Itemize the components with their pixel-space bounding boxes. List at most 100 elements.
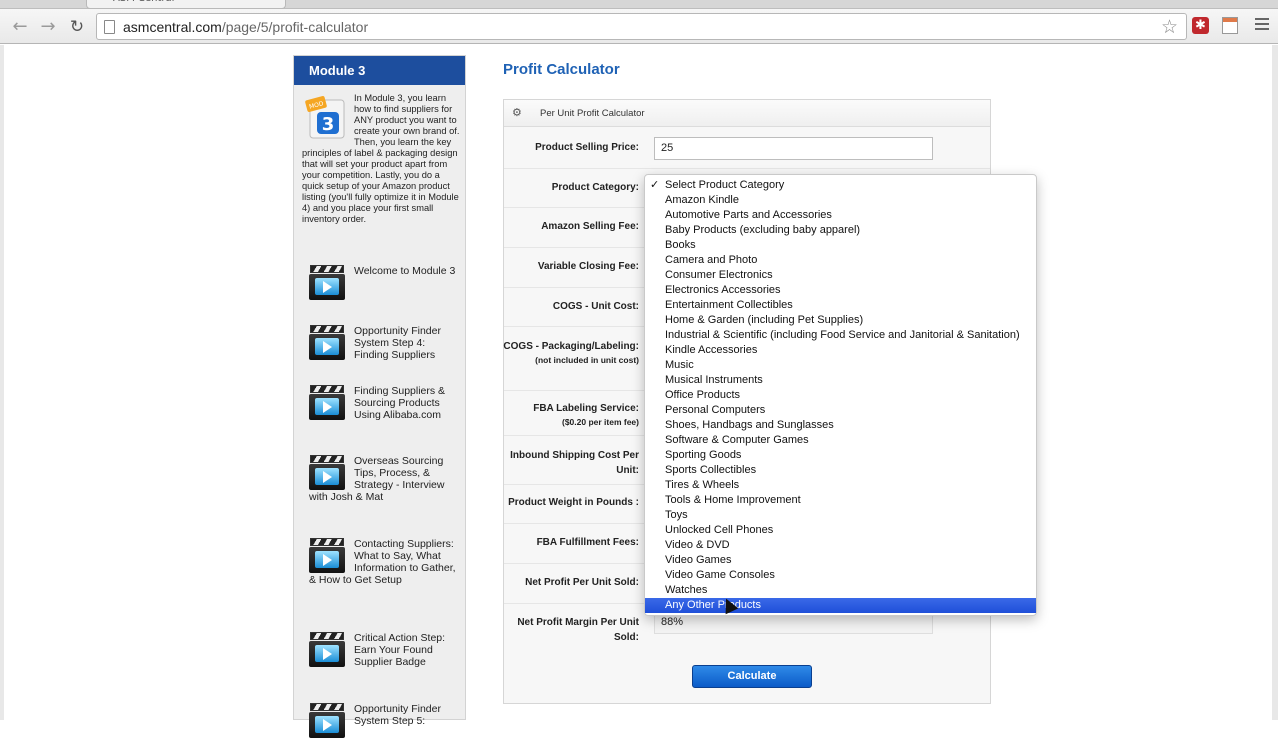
lesson-item[interactable]: Opportunity Finder System Step 4: Findin…: [309, 325, 459, 361]
panel-header: ⚙ Per Unit Profit Calculator: [504, 100, 990, 127]
category-option[interactable]: Camera and Photo: [645, 253, 1036, 268]
cogs-packaging-text: COGS - Packaging/Labeling:: [503, 341, 639, 352]
category-dropdown-list[interactable]: ✓ Select Product Category Amazon Kindle Aut…: [644, 174, 1037, 616]
category-option-label: Consumer Electronics: [665, 269, 773, 281]
video-clapper-icon: [309, 632, 345, 668]
category-option[interactable]: Sporting Goods: [645, 448, 1036, 463]
category-option[interactable]: Any Other Products: [645, 598, 1036, 613]
gear-icon: ⚙: [512, 107, 522, 119]
category-option[interactable]: Amazon Kindle: [645, 193, 1036, 208]
cogs-packaging-note: (not included in unit cost): [535, 355, 639, 365]
extension-icon[interactable]: ✱: [1192, 17, 1209, 34]
fba-labeling-label: FBA Labeling Service: ($0.20 per item fe…: [501, 401, 639, 429]
forward-arrow-icon[interactable]: →: [37, 16, 59, 38]
category-option[interactable]: Personal Computers: [645, 403, 1036, 418]
category-option[interactable]: Unlocked Cell Phones: [645, 523, 1036, 538]
category-option[interactable]: Video & DVD: [645, 538, 1036, 553]
lesson-item[interactable]: Finding Suppliers & Sourcing Products Us…: [309, 385, 459, 421]
category-option[interactable]: Kindle Accessories: [645, 343, 1036, 358]
lesson-label[interactable]: Finding Suppliers & Sourcing Products Us…: [354, 385, 445, 421]
category-option[interactable]: Industrial & Scientific (including Food …: [645, 328, 1036, 343]
category-option-label: Sporting Goods: [665, 449, 742, 461]
category-option[interactable]: Automotive Parts and Accessories: [645, 208, 1036, 223]
lesson-item[interactable]: Welcome to Module 3: [309, 265, 459, 301]
video-clapper-icon: [309, 385, 345, 421]
menu-icon[interactable]: [1255, 18, 1269, 33]
lesson-label[interactable]: Opportunity Finder System Step 4: Findin…: [354, 325, 441, 361]
category-option[interactable]: Office Products: [645, 388, 1036, 403]
category-option-label: Sports Collectibles: [665, 464, 757, 476]
net-profit-label: Net Profit Per Unit Sold:: [525, 577, 639, 588]
category-option-label: Tools & Home Improvement: [665, 494, 801, 506]
category-option[interactable]: Baby Products (excluding baby apparel): [645, 223, 1036, 238]
category-option-label: Video & DVD: [665, 539, 730, 551]
category-label: Product Category:: [551, 182, 639, 193]
category-option[interactable]: Tires & Wheels: [645, 478, 1036, 493]
category-option[interactable]: Toys: [645, 508, 1036, 523]
page-icon: [104, 20, 115, 34]
category-option-label: Home & Garden (including Pet Supplies): [665, 314, 864, 326]
extension-calendar-icon[interactable]: [1222, 17, 1238, 34]
amazon-fee-label: Amazon Selling Fee:: [541, 221, 639, 232]
url-text: asmcentral.com/page/5/profit-calculator: [123, 19, 368, 35]
category-option[interactable]: Books: [645, 238, 1036, 253]
category-option-label: Electronics Accessories: [665, 284, 781, 296]
video-clapper-icon: [309, 265, 345, 301]
category-option-label: Watches: [665, 584, 708, 596]
fba-labeling-note: ($0.20 per item fee): [561, 417, 639, 427]
category-option[interactable]: Consumer Electronics: [645, 268, 1036, 283]
back-arrow-icon[interactable]: ←: [9, 16, 31, 38]
category-option-label: Music: [665, 359, 694, 371]
cogs-packaging-label: COGS - Packaging/Labeling: (not included…: [501, 339, 639, 367]
lesson-item[interactable]: Critical Action Step: Earn Your Found Su…: [309, 632, 459, 668]
video-clapper-icon: [309, 455, 345, 491]
category-option-label: Entertainment Collectibles: [665, 299, 793, 311]
category-option-label: Personal Computers: [665, 404, 766, 416]
category-option-label: Any Other Products: [665, 599, 761, 611]
category-option-label: Amazon Kindle: [665, 194, 739, 206]
weight-label: Product Weight in Pounds :: [508, 497, 639, 508]
category-option[interactable]: Software & Computer Games: [645, 433, 1036, 448]
lesson-item[interactable]: Overseas Sourcing Tips, Process, & Strat…: [309, 455, 459, 503]
category-option-label: Automotive Parts and Accessories: [665, 209, 832, 221]
category-option[interactable]: Shoes, Handbags and Sunglasses: [645, 418, 1036, 433]
category-option[interactable]: ✓ Select Product Category: [645, 178, 1036, 193]
category-option-label: Tires & Wheels: [665, 479, 740, 491]
category-option[interactable]: Video Game Consoles: [645, 568, 1036, 583]
selling-price-input[interactable]: 25: [654, 137, 933, 160]
video-clapper-icon: [309, 538, 345, 574]
inbound-shipping-label: Inbound Shipping Cost Per Unit:: [510, 450, 639, 476]
category-option[interactable]: Entertainment Collectibles: [645, 298, 1036, 313]
category-option-label: Camera and Photo: [665, 254, 758, 266]
browser-tab[interactable]: ASM Central: [86, 0, 286, 9]
category-option[interactable]: Musical Instruments: [645, 373, 1036, 388]
calculate-button[interactable]: Calculate: [692, 665, 812, 688]
selling-price-label: Product Selling Price:: [535, 142, 639, 153]
panel-title: Per Unit Profit Calculator: [540, 108, 645, 119]
category-option-label: Kindle Accessories: [665, 344, 758, 356]
category-option-label: Musical Instruments: [665, 374, 763, 386]
category-option[interactable]: Video Games: [645, 553, 1036, 568]
lesson-item[interactable]: Opportunity Finder System Step 5:: [309, 703, 459, 739]
bookmark-star-icon[interactable]: ☆: [1161, 16, 1178, 38]
url-host: asmcentral.com: [123, 19, 222, 35]
lesson-item[interactable]: Contacting Suppliers: What to Say, What …: [309, 538, 459, 586]
video-clapper-icon: [309, 703, 345, 739]
category-option[interactable]: Tools & Home Improvement: [645, 493, 1036, 508]
module-sidebar: Module 3 MOD 3 In Module 3, you learn ho…: [293, 55, 466, 738]
category-option-label: Baby Products (excluding baby apparel): [665, 224, 861, 236]
page-left-edge: [0, 45, 4, 720]
address-bar[interactable]: asmcentral.com/page/5/profit-calculator …: [96, 13, 1187, 40]
category-option[interactable]: Electronics Accessories: [645, 283, 1036, 298]
lesson-label[interactable]: Opportunity Finder System Step 5:: [354, 703, 441, 727]
lesson-label[interactable]: Critical Action Step: Earn Your Found Su…: [354, 632, 445, 668]
category-option-label: Office Products: [665, 389, 740, 401]
category-option[interactable]: Sports Collectibles: [645, 463, 1036, 478]
category-option-label: Shoes, Handbags and Sunglasses: [665, 419, 834, 431]
lesson-label[interactable]: Welcome to Module 3: [354, 265, 455, 277]
page-right-edge: [1272, 45, 1278, 720]
reload-icon[interactable]: ↻: [66, 16, 88, 38]
category-option[interactable]: Home & Garden (including Pet Supplies): [645, 313, 1036, 328]
category-option[interactable]: Music: [645, 358, 1036, 373]
category-option[interactable]: Watches: [645, 583, 1036, 598]
